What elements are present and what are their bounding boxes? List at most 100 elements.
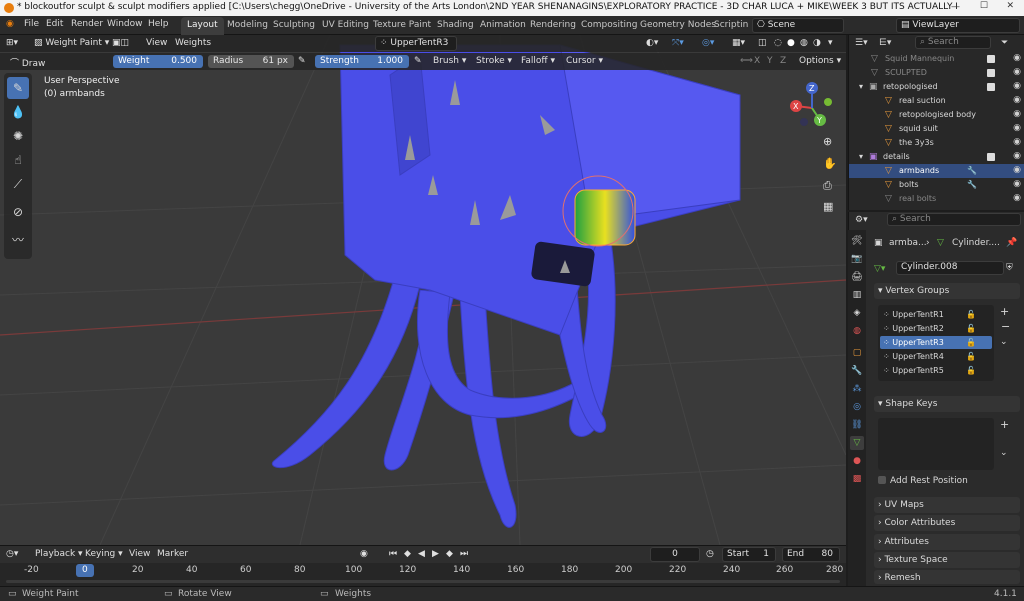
gizmo-toggle-icon[interactable]: ⤧▾ bbox=[672, 38, 684, 48]
weights-menu[interactable]: Weights bbox=[175, 38, 211, 48]
output-tab-icon[interactable]: 🖨 bbox=[850, 270, 864, 284]
view-menu[interactable]: View bbox=[146, 38, 167, 48]
visibility-eye-icon[interactable]: ◉ bbox=[1013, 95, 1021, 105]
add-vertex-group-button[interactable]: + bbox=[1000, 305, 1009, 318]
symmetry-x-toggle[interactable]: X bbox=[754, 56, 760, 66]
mesh-name-field[interactable]: Cylinder.008 bbox=[896, 261, 1004, 275]
scene-tab-icon[interactable]: ◈ bbox=[850, 306, 864, 320]
timeline-view-menu[interactable]: View bbox=[129, 549, 150, 559]
outliner-row-squid-suit[interactable]: ▽ squid suit ◉ bbox=[849, 122, 1024, 136]
timeline-editor-icon[interactable]: ◷▾ bbox=[6, 549, 18, 559]
tab-modeling[interactable]: Modeling bbox=[221, 17, 274, 35]
ortho-grid-icon[interactable]: ▦ bbox=[823, 200, 833, 213]
visibility-eye-icon[interactable]: ◉ bbox=[1013, 179, 1021, 189]
strength-slider[interactable]: Strength 1.000 bbox=[315, 55, 409, 68]
outliner-row-retopologised-body[interactable]: ▽ retopologised body ◉ bbox=[849, 108, 1024, 122]
3d-viewport[interactable] bbox=[0, 35, 846, 545]
menu-render[interactable]: Render bbox=[71, 19, 103, 29]
visibility-eye-icon[interactable]: ◉ bbox=[1013, 165, 1021, 175]
color-attributes-panel-header[interactable]: › Color Attributes bbox=[874, 515, 1020, 531]
world-tab-icon[interactable]: ◍ bbox=[850, 324, 864, 338]
add-rest-position-checkbox[interactable] bbox=[878, 476, 886, 484]
data-tab-icon[interactable]: ▽ bbox=[850, 436, 864, 450]
physics-tab-icon[interactable]: ◎ bbox=[850, 400, 864, 414]
sample-weight-tool-icon[interactable]: ⊘ bbox=[7, 201, 29, 223]
properties-editor-icon[interactable]: ⚙▾ bbox=[855, 215, 868, 225]
editor-type-icon[interactable]: ⊞▾ bbox=[6, 38, 18, 48]
view-layer-tab-icon[interactable]: ▥ bbox=[850, 288, 864, 302]
constraints-tab-icon[interactable]: ⛓ bbox=[850, 418, 864, 432]
material-tab-icon[interactable]: ● bbox=[850, 454, 864, 468]
end-frame-field[interactable]: End 80 bbox=[782, 547, 840, 562]
solid-shading-icon[interactable]: ● bbox=[787, 38, 795, 48]
vertex-group-uppertentr2[interactable]: ⁘ UpperTentR2 🔓 bbox=[880, 322, 992, 335]
zoom-icon[interactable]: ⊕ bbox=[823, 135, 832, 148]
overlay-toggle-icon[interactable]: ◎▾ bbox=[702, 38, 714, 48]
view-layer-selector[interactable]: ▤ ViewLayer bbox=[896, 18, 1020, 33]
radius-pressure-icon[interactable]: ✎ bbox=[298, 56, 306, 66]
menu-edit[interactable]: Edit bbox=[46, 19, 63, 29]
menu-file[interactable]: File bbox=[24, 19, 39, 29]
mask-toggle-icons[interactable]: ▣◫ bbox=[112, 38, 129, 48]
weight-slider[interactable]: Weight 0.500 bbox=[113, 55, 203, 68]
tab-texture-paint[interactable]: Texture Paint bbox=[367, 17, 437, 35]
lock-icon[interactable]: 🔓 bbox=[966, 352, 976, 361]
outliner-row-real-bolts[interactable]: ▽ real bolts ◉ bbox=[849, 192, 1024, 206]
gizmo-neg-y[interactable] bbox=[824, 98, 832, 106]
outliner-row-sculpted[interactable]: ▽ SCULPTED ◉ bbox=[849, 66, 1024, 80]
outliner-search-input[interactable]: ⌕ Search bbox=[915, 36, 991, 49]
visibility-eye-icon[interactable]: ◉ bbox=[1013, 193, 1021, 203]
start-frame-field[interactable]: Start 1 bbox=[722, 547, 776, 562]
smear-tool-icon[interactable]: ☝ bbox=[7, 149, 29, 171]
remove-vertex-group-button[interactable]: − bbox=[1001, 320, 1010, 333]
radius-field[interactable]: Radius 61 px bbox=[208, 55, 294, 68]
gradient-tool-icon[interactable]: ⟋ bbox=[7, 173, 29, 195]
jump-end-icon[interactable]: ⏭ bbox=[460, 549, 468, 559]
blender-menu-icon[interactable]: ◉ bbox=[6, 19, 14, 29]
camera-view-icon[interactable]: ⎙ bbox=[823, 179, 832, 193]
outliner-filter-funnel-icon[interactable]: ⏷ bbox=[1001, 38, 1008, 48]
uv-maps-panel-header[interactable]: › UV Maps bbox=[874, 497, 1020, 513]
outliner-row-bolts[interactable]: ▽ bolts 🔧 ◉ bbox=[849, 178, 1024, 192]
outliner-filter-icon[interactable]: ⋿▾ bbox=[879, 38, 891, 48]
pan-hand-icon[interactable]: ✋ bbox=[823, 157, 837, 170]
lock-icon[interactable]: 🔓 bbox=[966, 338, 976, 347]
playback-menu[interactable]: Playback ▾ bbox=[35, 549, 83, 559]
add-shape-key-button[interactable]: + bbox=[1000, 418, 1009, 431]
expand-chevron-icon[interactable]: ▾ bbox=[859, 152, 863, 161]
render-tab-icon[interactable]: 📷 bbox=[850, 252, 864, 266]
falloff-menu[interactable]: Falloff ▾ bbox=[521, 56, 555, 66]
expand-chevron-icon[interactable]: ▾ bbox=[859, 82, 863, 91]
remesh-panel-header[interactable]: › Remesh bbox=[874, 570, 1020, 584]
wireframe-shading-icon[interactable]: ◌ bbox=[774, 38, 782, 48]
cursor-menu[interactable]: Cursor ▾ bbox=[566, 56, 603, 66]
maximize-icon[interactable]: ☐ bbox=[980, 1, 988, 11]
vertex-group-uppertentr4[interactable]: ⁘ UpperTentR4 🔓 bbox=[880, 350, 992, 363]
attributes-panel-header[interactable]: › Attributes bbox=[874, 534, 1020, 550]
shading-options-icon[interactable]: ▾ bbox=[828, 38, 833, 48]
mesh-data-dropdown-icon[interactable]: ▽▾ bbox=[874, 264, 885, 274]
include-checkbox[interactable] bbox=[987, 83, 995, 91]
brush-selector[interactable]: ⌒ Draw bbox=[10, 56, 45, 69]
navigation-gizmo[interactable]: X Y Z bbox=[782, 78, 842, 138]
object-tab-icon[interactable]: ▢ bbox=[850, 346, 864, 360]
vertex-group-specials-icon[interactable]: ⌄ bbox=[1000, 337, 1008, 347]
blur-tool-icon[interactable]: 💧 bbox=[7, 101, 29, 123]
timeline-ruler[interactable]: -20 0 20 40 60 80 100 120 140 160 180 20… bbox=[0, 563, 846, 586]
symmetry-icon[interactable]: ⟺ bbox=[740, 56, 753, 66]
outliner-editor-icon[interactable]: ☰▾ bbox=[855, 38, 868, 48]
play-icon[interactable]: ▶ bbox=[432, 549, 439, 559]
jump-start-icon[interactable]: ⏮ bbox=[389, 549, 397, 559]
visibility-eye-icon[interactable]: ◉ bbox=[1013, 53, 1021, 63]
mode-selector[interactable]: ▨ Weight Paint ▾ bbox=[34, 38, 109, 48]
lock-icon[interactable]: 🔓 bbox=[966, 324, 976, 333]
texture-space-panel-header[interactable]: › Texture Space bbox=[874, 552, 1020, 568]
gizmo-neg-z[interactable] bbox=[800, 118, 808, 126]
texture-tab-icon[interactable]: ▩ bbox=[850, 472, 864, 486]
visibility-eye-icon[interactable]: ◉ bbox=[1013, 123, 1021, 133]
tool-tab-icon[interactable]: 🛠 bbox=[850, 234, 864, 248]
visibility-eye-icon[interactable]: ◉ bbox=[1013, 81, 1021, 91]
shape-keys-panel-header[interactable]: ▾ Shape Keys bbox=[874, 396, 1020, 412]
annotate-tool-icon[interactable]: 〰 bbox=[7, 229, 29, 251]
visibility-eye-icon[interactable]: ◉ bbox=[1013, 151, 1021, 161]
